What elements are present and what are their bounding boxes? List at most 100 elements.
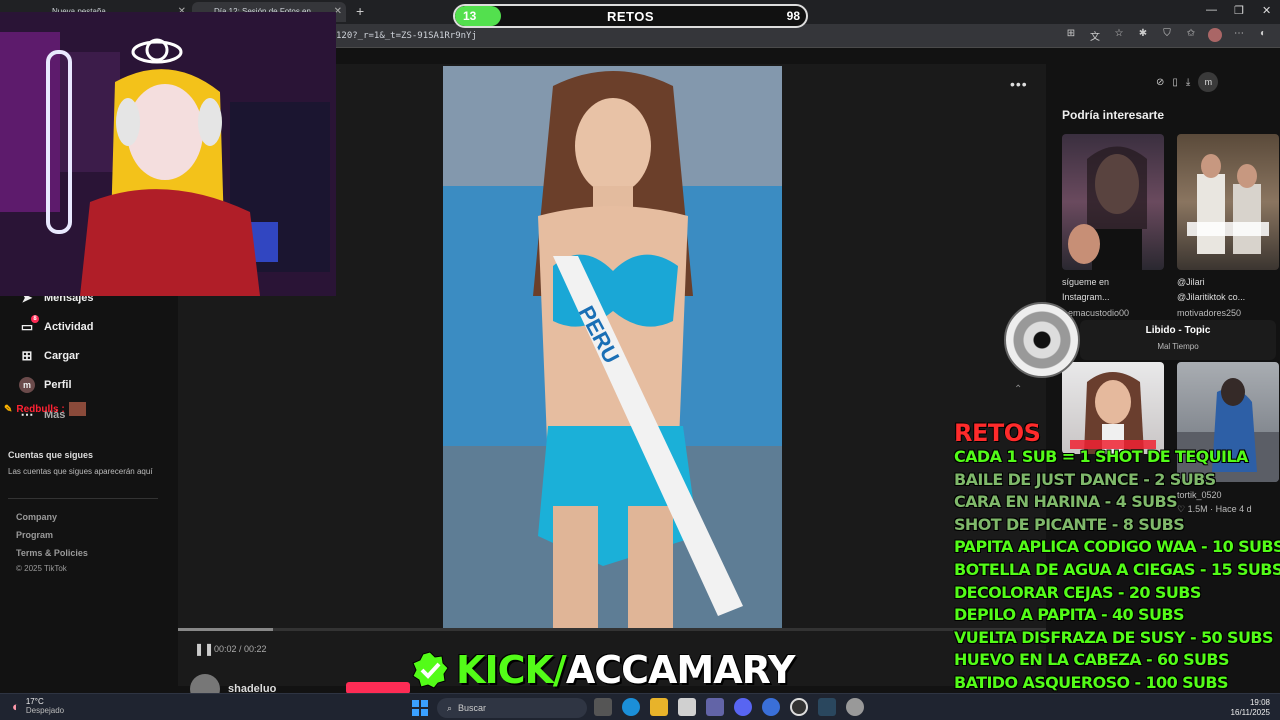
- kick-branding: KICK/ACCAMARY: [410, 648, 796, 692]
- pinned-apps: [594, 698, 864, 716]
- clock-time: 19:08: [1249, 698, 1270, 707]
- taskbar-search[interactable]: ⌕ Buscar: [437, 698, 587, 718]
- chat-username: Redbulls :: [16, 403, 65, 415]
- sidebar-item-profile[interactable]: m Perfil: [18, 375, 72, 395]
- screen: Nueva pestaña ✕ Día 12: Sesión de Fotos …: [0, 0, 1280, 720]
- compass-icon[interactable]: ⊘: [1156, 77, 1164, 88]
- chat-overlay-user: ✎ Redbulls :: [4, 402, 86, 416]
- reto-item: VUELTA DISFRAZA DE SUSY - 50 SUBS: [954, 627, 1273, 647]
- plus-square-icon: ⊞: [21, 348, 33, 363]
- retos-overlay: RETOS CADA 1 SUB = 1 SHOT DE TEQUILA BAIL…: [954, 419, 1280, 695]
- suggestions-title: Podría interesarte: [1062, 108, 1165, 122]
- divider: [178, 398, 284, 420]
- webcam-feed: [0, 12, 336, 296]
- sidebar-item-label: Cargar: [44, 350, 80, 362]
- following-description: Las cuentas que sigues aparecerán aquí: [8, 467, 153, 476]
- sidebar-item-upload[interactable]: ⊞ Cargar: [18, 346, 80, 366]
- shield-icon[interactable]: ⛉: [1160, 28, 1174, 45]
- divider: [8, 498, 158, 499]
- footer-link-company[interactable]: Company: [16, 512, 57, 522]
- kick-channel: ACCAMARY: [565, 648, 796, 692]
- phone-icon[interactable]: ▯: [1172, 77, 1178, 88]
- card-caption: sígueme en: [1062, 277, 1110, 287]
- now-playing-widget: Libido - Topic Mal Tiempo: [1004, 302, 1276, 378]
- profile-icon[interactable]: [1208, 28, 1222, 45]
- reto-item: CADA 1 SUB = 1 SHOT DE TEQUILA: [954, 447, 1248, 466]
- install-icon[interactable]: ⊞: [1064, 28, 1078, 45]
- menu-dots-icon[interactable]: ⋯: [1232, 28, 1246, 45]
- obs-icon[interactable]: [790, 698, 808, 716]
- activity-icon: ▭ 8: [18, 315, 39, 336]
- store-icon[interactable]: [678, 698, 696, 716]
- search-placeholder: Buscar: [458, 703, 487, 713]
- url-field[interactable]: 120?_r=1&_t=ZS-91SA1Rr9nYj: [336, 28, 477, 44]
- new-tab-icon[interactable]: +: [356, 3, 364, 19]
- retos-title: RETOS: [606, 9, 655, 24]
- download-icon[interactable]: ⤓: [1186, 77, 1190, 88]
- footer-link-terms[interactable]: Terms & Policies: [16, 548, 88, 558]
- translate-icon[interactable]: 文: [1088, 28, 1102, 45]
- vinyl-disc-icon: [1004, 302, 1080, 378]
- retos-heading: RETOS: [954, 419, 1041, 447]
- video-thumbnail: [1187, 154, 1269, 254]
- extensions-icon[interactable]: ✱: [1136, 28, 1150, 45]
- now-playing-box: Libido - Topic Mal Tiempo: [1080, 320, 1276, 360]
- music-title: Libido - Topic: [1145, 325, 1211, 336]
- temperature: 17°C: [25, 697, 44, 706]
- windows-start-icon[interactable]: [412, 700, 428, 716]
- footer-link-program[interactable]: Program: [16, 530, 53, 540]
- suggested-video-card[interactable]: [1062, 134, 1164, 270]
- post-photo-illustration: PERU: [443, 66, 782, 630]
- right-panel-toolbar: ⊘ ▯ ⤓ m: [1156, 72, 1219, 92]
- bookmark-star-icon[interactable]: ☆: [1112, 28, 1126, 45]
- copilot-icon[interactable]: ◐: [1256, 28, 1270, 45]
- video-progress-bar[interactable]: [178, 628, 1046, 631]
- weather-condition: Despejado: [25, 706, 65, 715]
- clock-date: 16/11/2025: [1230, 708, 1270, 717]
- windows-taskbar: ◐ 17°C Despejado ⌕ Buscar 19:08 16/11/20…: [0, 693, 1280, 720]
- app-icon[interactable]: [762, 698, 780, 716]
- favorites-icon[interactable]: ✩: [1184, 28, 1198, 45]
- reto-item: CARA EN HARINA - 4 SUBS: [954, 492, 1178, 512]
- retos-list: CADA 1 SUB = 1 SHOT DE TEQUILA BAILE DE J…: [954, 446, 1280, 695]
- copyright: © 2025 TikTok: [16, 564, 67, 573]
- sidebar-item-label: Actividad: [44, 321, 94, 333]
- sidebar-item-label: Perfil: [44, 379, 72, 391]
- settings-gear-icon[interactable]: [846, 698, 864, 716]
- webcam-overlay: [0, 12, 336, 296]
- avatar: m: [19, 377, 35, 393]
- suggested-video-card[interactable]: [1177, 134, 1279, 270]
- video-time: 00:02 / 00:22: [214, 644, 267, 654]
- pause-icon[interactable]: ❚❚: [194, 642, 214, 656]
- discord-icon[interactable]: [734, 698, 752, 716]
- search-icon: ⌕: [447, 702, 453, 713]
- teams-icon[interactable]: [706, 698, 724, 716]
- reto-item: BOTELLA DE AGUA A CIEGAS - 15 SUBS: [954, 559, 1280, 579]
- reto-item: HUEVO EN LA CABEZA - 60 SUBS: [954, 650, 1230, 670]
- reto-item: PAPITA APLICA CODIGO WAA - 10 SUBS: [954, 537, 1280, 557]
- card-caption: @Jilari: [1177, 277, 1205, 287]
- minimize-icon[interactable]: —: [1206, 4, 1217, 16]
- maximize-icon[interactable]: ❐: [1234, 4, 1244, 17]
- weather-widget[interactable]: ◐ 17°C Despejado: [12, 697, 64, 715]
- more-options-icon[interactable]: •••: [1010, 76, 1028, 92]
- close-window-icon[interactable]: ✕: [1262, 4, 1271, 17]
- task-view-icon[interactable]: [594, 698, 612, 716]
- avatar[interactable]: m: [1198, 72, 1219, 92]
- kick-prefix: KICK/: [456, 648, 567, 692]
- steam-icon[interactable]: [818, 698, 836, 716]
- system-clock[interactable]: 19:08 16/11/2025: [1231, 698, 1270, 718]
- following-title: Cuentas que sigues: [8, 450, 94, 460]
- pencil-icon: ✎: [4, 403, 13, 415]
- video-progress-fill: [178, 628, 274, 631]
- reto-item: DEPILO A PAPITA - 40 SUBS: [954, 605, 1184, 625]
- post-image[interactable]: PERU: [443, 66, 782, 630]
- file-explorer-icon[interactable]: [650, 698, 668, 716]
- reto-item: BATIDO ASQUEROSO - 100 SUBS: [954, 672, 1229, 692]
- sidebar-item-activity[interactable]: ▭ 8 Actividad: [18, 315, 94, 337]
- edge-icon[interactable]: [622, 698, 640, 716]
- reto-item: SHOT DE PICANTE - 8 SUBS: [954, 514, 1185, 534]
- retos-goal: 98: [786, 9, 800, 23]
- chevron-up-icon[interactable]: ⌃: [1014, 384, 1022, 395]
- video-thumbnail: [1068, 146, 1147, 270]
